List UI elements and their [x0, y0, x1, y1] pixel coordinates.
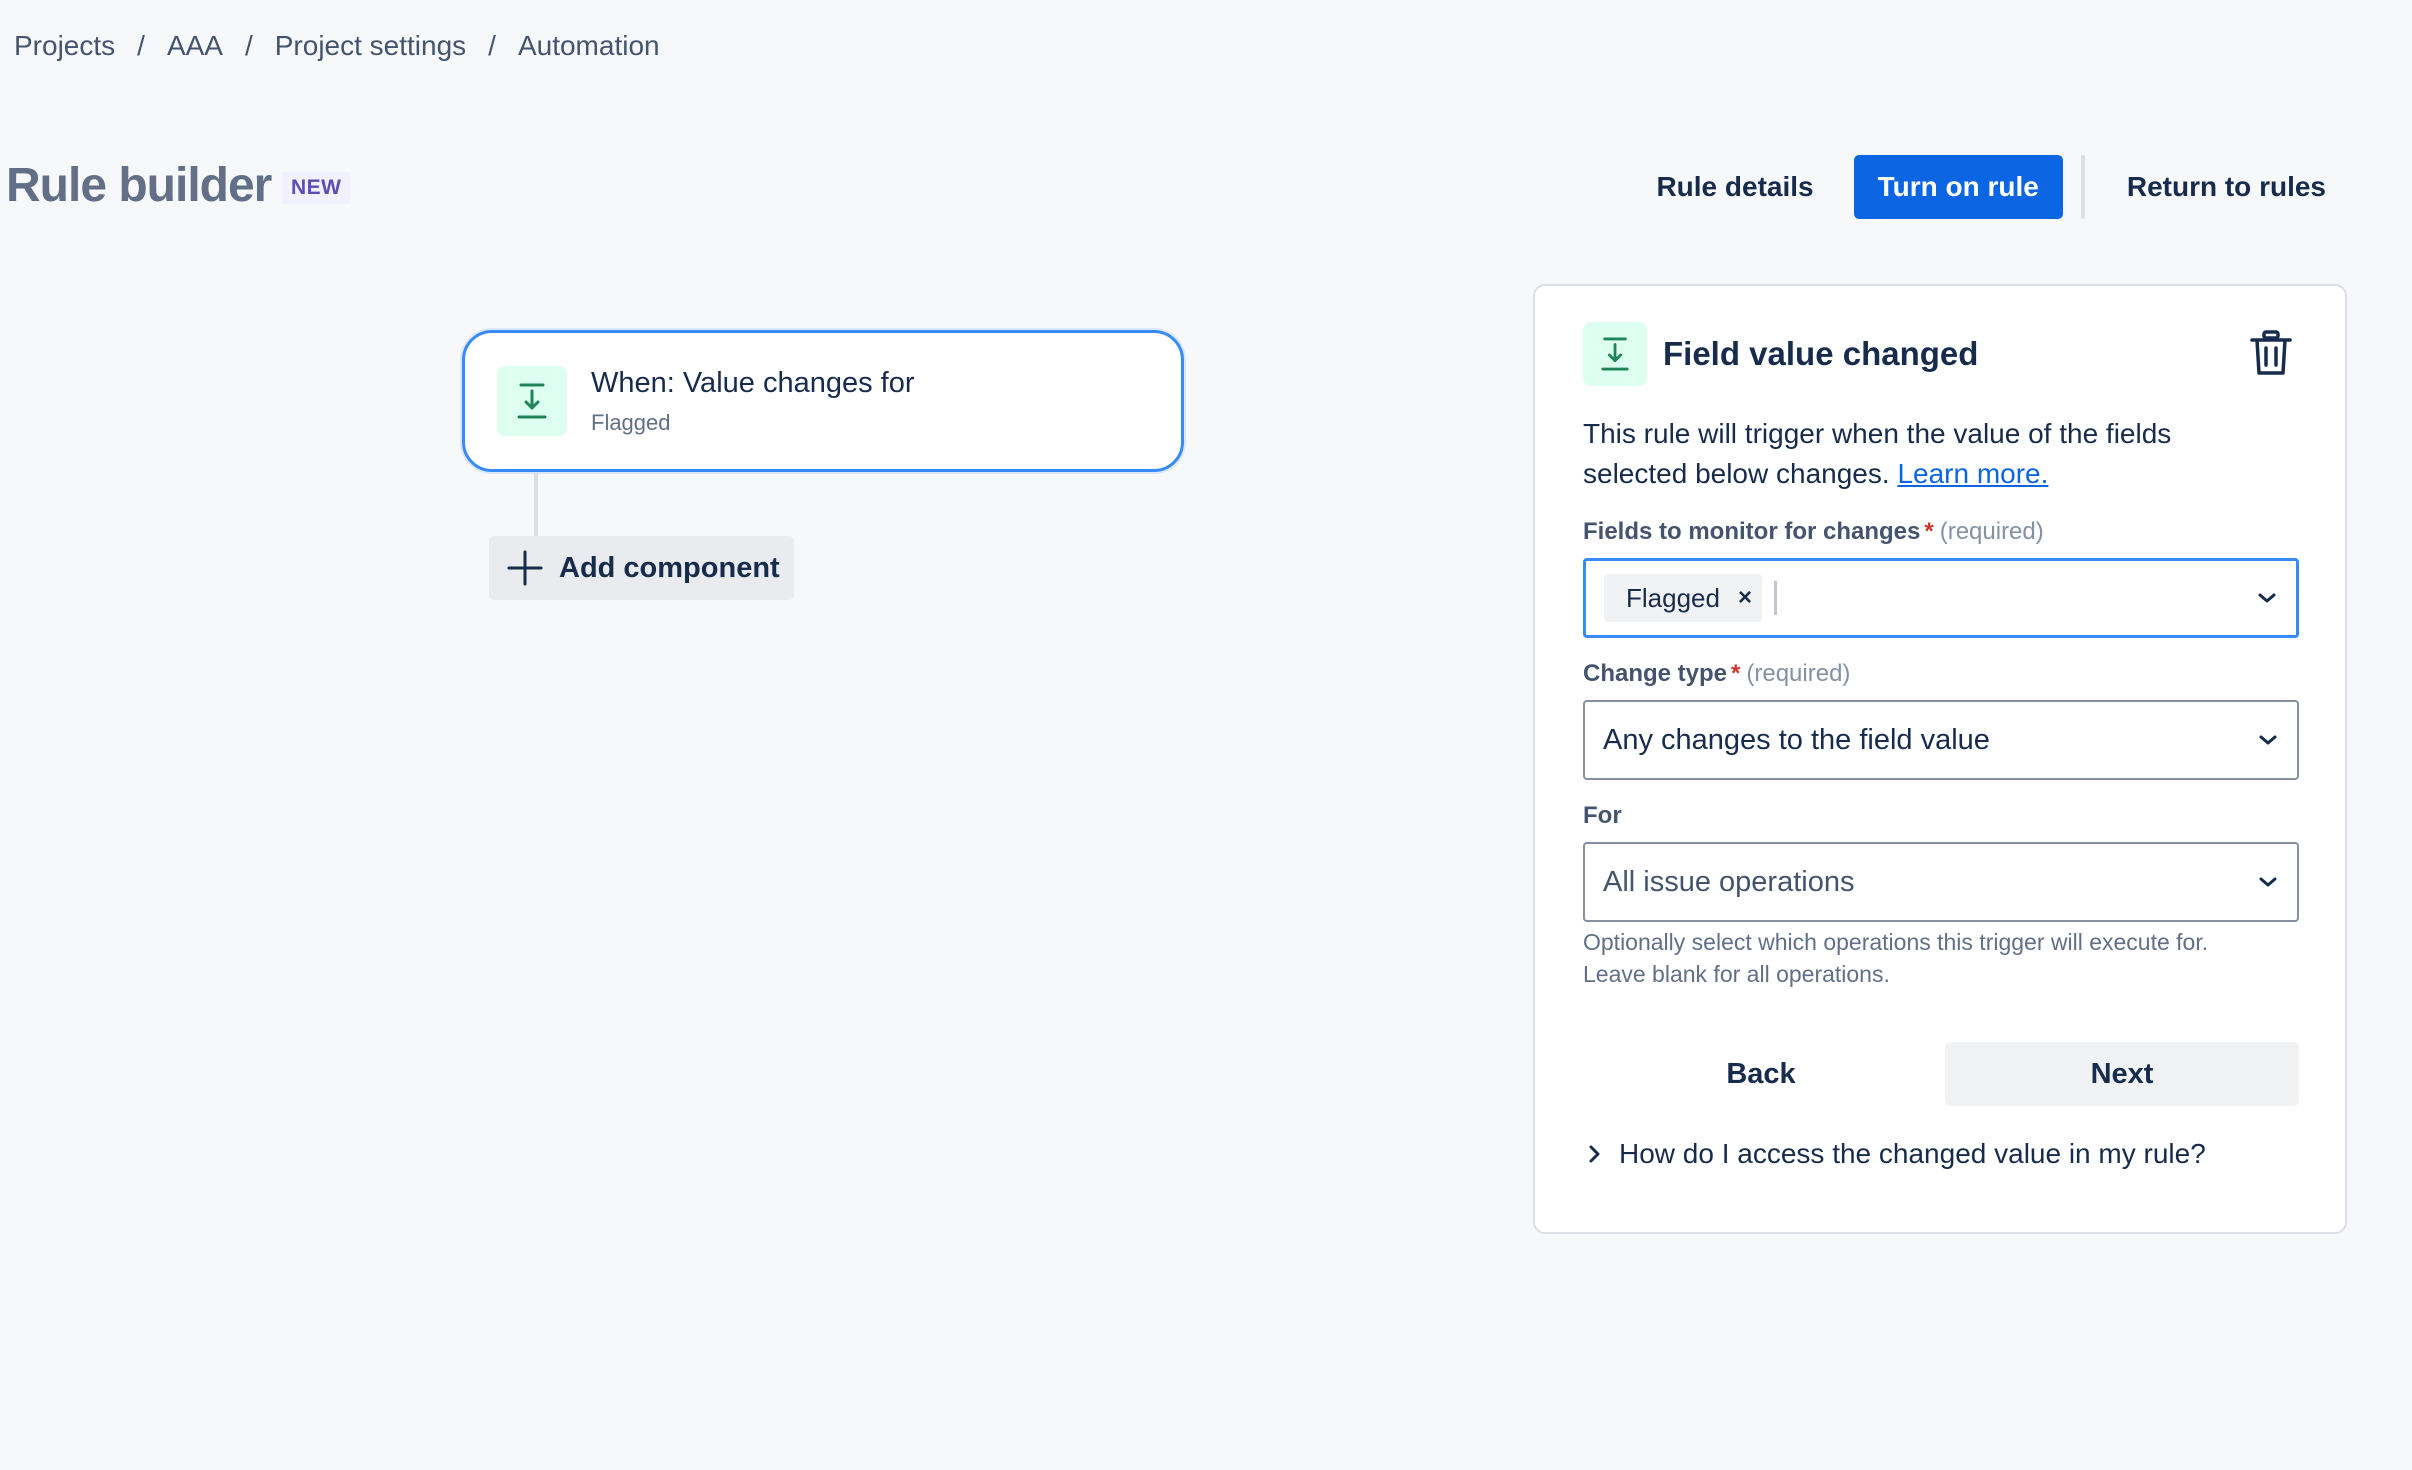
trigger-node[interactable]: When: Value changes for Flagged	[462, 330, 1184, 472]
trigger-subtitle: Flagged	[591, 409, 671, 435]
breadcrumb-separator: /	[137, 30, 145, 61]
chevron-down-icon[interactable]	[2256, 591, 2278, 605]
chevron-down-icon	[2257, 733, 2279, 747]
change-type-select[interactable]: Any changes to the field value	[1583, 700, 2299, 780]
page-title: Rule builder	[6, 159, 272, 212]
chevron-right-icon	[1587, 1143, 1603, 1165]
rule-details-button[interactable]: Rule details	[1632, 155, 1837, 219]
change-type-label-text: Change type	[1583, 660, 1728, 687]
add-component-label: Add component	[559, 551, 780, 584]
header-divider	[2080, 155, 2085, 219]
helper-line: Optionally select which operations this …	[1583, 929, 2209, 955]
breadcrumb-separator: /	[244, 30, 253, 61]
for-label-text: For	[1583, 802, 1622, 829]
text-caret	[1773, 581, 1777, 615]
field-tag-flagged: Flagged ×	[1604, 574, 1762, 622]
node-connector	[534, 472, 538, 536]
field-tag-label: Flagged	[1626, 582, 1720, 613]
plus-icon	[507, 550, 543, 586]
helper-line: Leave blank for all operations.	[1583, 961, 1890, 987]
breadcrumb-projects[interactable]: Projects	[14, 30, 115, 62]
turn-on-rule-button[interactable]: Turn on rule	[1853, 155, 2063, 219]
for-value: All issue operations	[1603, 865, 1855, 898]
breadcrumb-project-settings[interactable]: Project settings	[275, 30, 466, 62]
panel-description-text: This rule will trigger when the value of…	[1583, 418, 2172, 489]
panel-header: Field value changed	[1583, 322, 2293, 386]
add-component-button[interactable]: Add component	[489, 536, 794, 600]
header-actions: Rule details Turn on rule Return to rule…	[1632, 155, 2350, 219]
change-type-label: Change type * (required)	[1583, 660, 1850, 688]
trigger-node-text: When: Value changes for Flagged	[591, 367, 915, 436]
new-badge: NEW	[282, 172, 351, 204]
rule-builder-page: Projects / AAA / Project settings / Auto…	[0, 0, 2412, 1470]
required-text: (required)	[1746, 660, 1851, 687]
chevron-down-icon	[2257, 875, 2279, 889]
expander-label: How do I access the changed value in my …	[1619, 1138, 2206, 1169]
trigger-title: When: Value changes for	[591, 366, 915, 399]
changed-value-help-expander[interactable]: How do I access the changed value in my …	[1587, 1138, 2206, 1170]
change-type-value: Any changes to the field value	[1603, 723, 1990, 756]
panel-description: This rule will trigger when the value of…	[1583, 414, 2263, 494]
learn-more-link[interactable]: Learn more.	[1897, 458, 2048, 489]
next-button[interactable]: Next	[1945, 1042, 2299, 1106]
return-to-rules-button[interactable]: Return to rules	[2103, 155, 2350, 219]
trigger-config-panel: Field value changed This rule will trigg…	[1533, 284, 2347, 1234]
required-text: (required)	[1939, 518, 2044, 545]
download-arrow-icon	[497, 366, 567, 436]
for-helper-text: Optionally select which operations this …	[1583, 926, 2303, 990]
for-select[interactable]: All issue operations	[1583, 842, 2299, 922]
for-label: For	[1583, 802, 1622, 830]
panel-title: Field value changed	[1663, 335, 1979, 372]
fields-monitor-label-text: Fields to monitor for changes	[1583, 518, 1921, 545]
remove-tag-button[interactable]: ×	[1738, 584, 1752, 612]
breadcrumb-separator: /	[488, 30, 496, 61]
breadcrumb-project[interactable]: AAA	[167, 30, 223, 62]
trash-icon	[2249, 329, 2293, 380]
delete-trigger-button[interactable]	[2249, 329, 2293, 380]
breadcrumb-automation[interactable]: Automation	[518, 30, 660, 62]
download-arrow-icon	[1583, 322, 1647, 386]
required-mark: *	[1731, 660, 1741, 687]
fields-monitor-label: Fields to monitor for changes * (required)	[1583, 518, 2044, 546]
back-button[interactable]: Back	[1583, 1042, 1939, 1106]
required-mark: *	[1924, 518, 1934, 545]
breadcrumb: Projects / AAA / Project settings / Auto…	[14, 30, 660, 62]
fields-monitor-select[interactable]: Flagged ×	[1583, 558, 2299, 638]
